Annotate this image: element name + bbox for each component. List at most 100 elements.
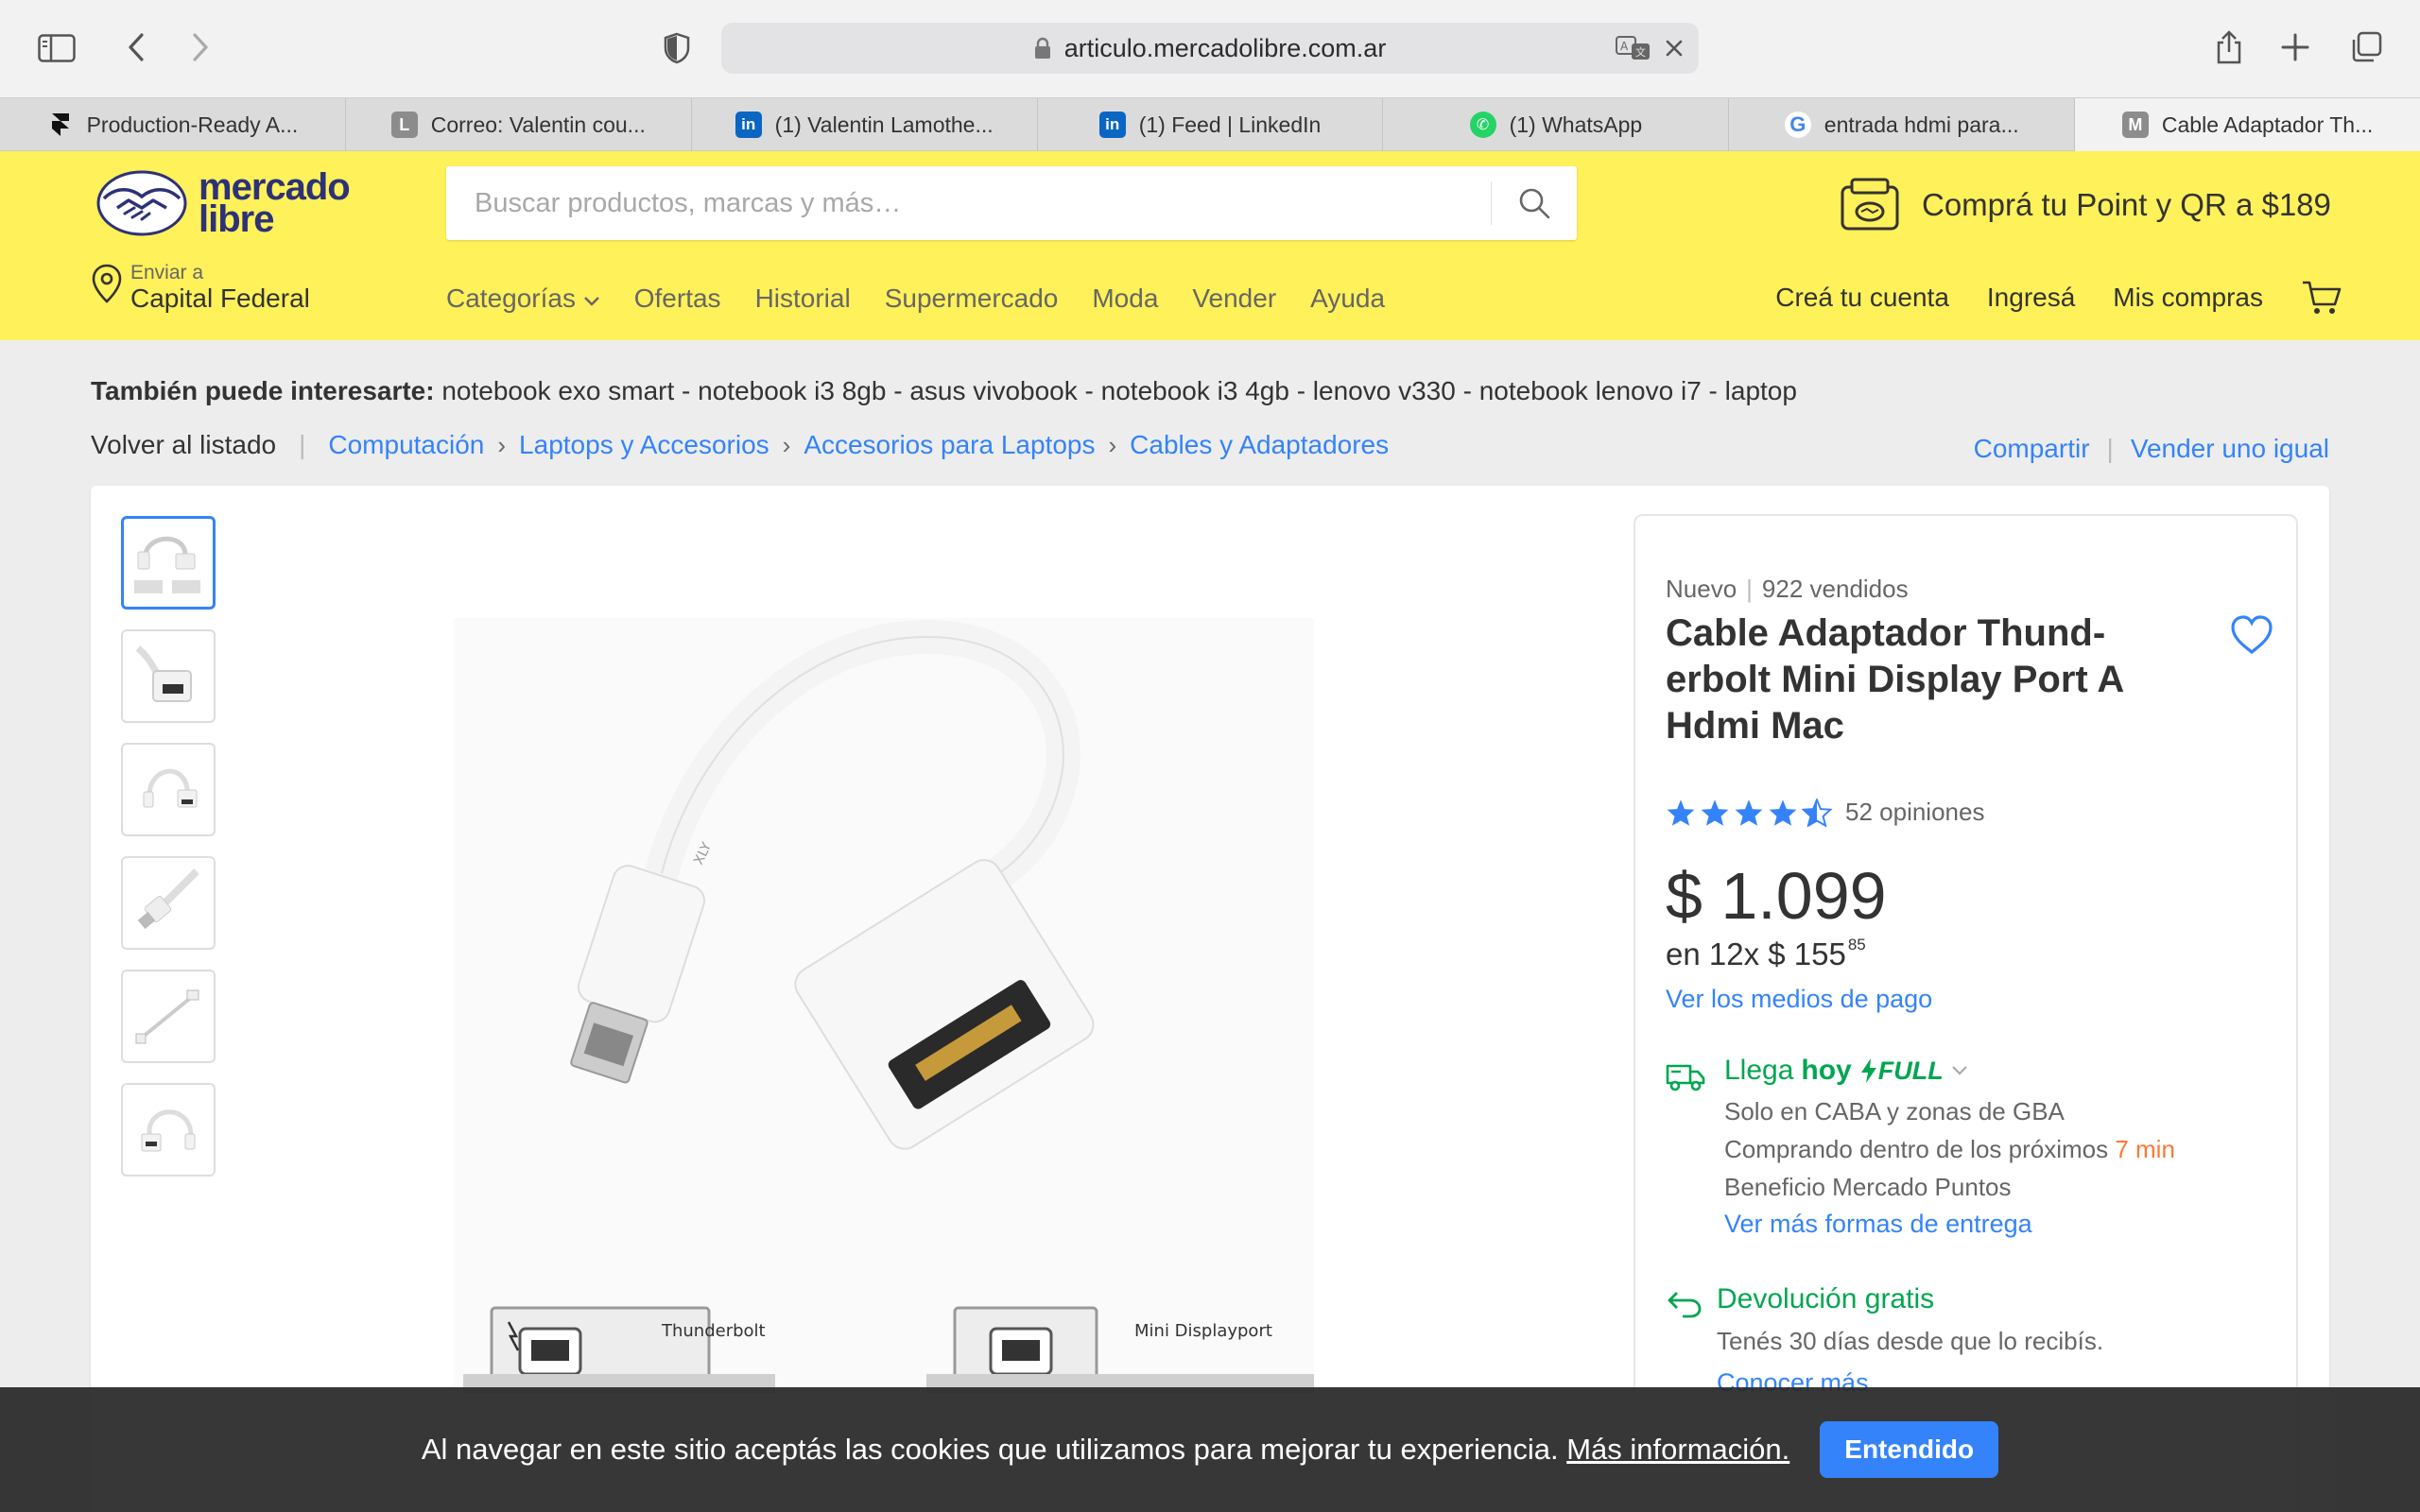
- letter-l-icon: L: [390, 112, 418, 138]
- tab-linkedin-feed[interactable]: in (1) Feed | LinkedIn: [1038, 98, 1384, 151]
- product-main-image[interactable]: XLY Thunderbolt Mini Displayport: [454, 618, 1314, 1393]
- full-badge: FULL: [1859, 1057, 1944, 1086]
- cookie-more-info-link[interactable]: Más información.: [1566, 1433, 1789, 1466]
- nav-ayuda[interactable]: Ayuda: [1310, 284, 1385, 314]
- search-input[interactable]: [475, 166, 1514, 240]
- thumbnail-2[interactable]: [121, 629, 216, 723]
- related-searches: También puede interesarte: notebook exo …: [91, 376, 1797, 406]
- breadcrumb-cables[interactable]: Cables y Adaptadores: [1130, 430, 1389, 460]
- back-icon[interactable]: [117, 28, 155, 66]
- tab-cable-adaptador[interactable]: M Cable Adaptador Th...: [2075, 98, 2420, 151]
- lock-icon: [1034, 37, 1050, 59]
- my-purchases-link[interactable]: Mis compras: [2113, 283, 2263, 313]
- tab-title: (1) WhatsApp: [1509, 112, 1643, 137]
- tab-bar: Production-Ready A... L Correo: Valentin…: [0, 97, 2420, 151]
- sell-similar-link[interactable]: Vender uno igual: [2131, 434, 2329, 464]
- login-link[interactable]: Ingresá: [1987, 283, 2075, 313]
- new-tab-icon[interactable]: [2278, 30, 2312, 64]
- svg-text:文: 文: [1635, 45, 1646, 59]
- chevron-down-icon[interactable]: [1951, 1065, 1968, 1076]
- nav-vender[interactable]: Vender: [1192, 284, 1276, 314]
- thumbnail-6[interactable]: [121, 1083, 216, 1177]
- linkedin-icon: in: [1098, 112, 1126, 138]
- installments-amount: en 12x $ 155: [1666, 936, 1846, 971]
- site-header: mercado libre Comprá tu Point y QR a $18…: [0, 151, 2420, 340]
- price: $ 1.099: [1666, 859, 1887, 933]
- translate-icon[interactable]: A文: [1615, 34, 1652, 62]
- point-promo[interactable]: Comprá tu Point y QR a $189: [1839, 178, 2331, 232]
- thumbnail-1[interactable]: [121, 516, 216, 610]
- logo-line2: libre: [199, 198, 274, 240]
- url-text: articulo.mercadolibre.com.ar: [1063, 33, 1387, 62]
- search-button[interactable]: [1492, 166, 1577, 240]
- chevron-right-icon: ›: [497, 430, 507, 459]
- close-url-icon[interactable]: [1661, 35, 1687, 61]
- product-card: XLY Thunderbolt Mini Displayport Nuevo | 9…: [91, 486, 2329, 1512]
- arrives-when: hoy: [1801, 1055, 1852, 1086]
- main-nav: Categorías Ofertas Historial Supermercad…: [446, 284, 1385, 314]
- nav-categorias[interactable]: Categorías: [446, 284, 600, 314]
- delivery-area: Solo en CABA y zonas de GBA: [1724, 1097, 2065, 1125]
- mercadolibre-logo[interactable]: mercado libre: [96, 168, 351, 240]
- star-half-icon: [1802, 798, 1832, 827]
- related-items[interactable]: notebook exo smart - notebook i3 8gb - a…: [441, 376, 1797, 405]
- privacy-shield-icon[interactable]: [660, 30, 694, 66]
- nav-supermercado[interactable]: Supermercado: [885, 284, 1059, 314]
- favorite-heart-icon[interactable]: [2229, 614, 2274, 661]
- svg-text:A: A: [1620, 40, 1629, 53]
- image-label-displayport: Mini Displayport: [1134, 1321, 1272, 1341]
- user-nav: Creá tu cuenta Ingresá Mis compras: [1775, 280, 2342, 316]
- cookie-text: Al navegar en este sitio aceptás las coo…: [422, 1433, 1789, 1467]
- sidebar-toggle-icon[interactable]: [36, 31, 78, 65]
- delivery-countdown: Comprando dentro de los próximos 7 min: [1724, 1130, 2254, 1168]
- breadcrumb-laptops[interactable]: Laptops y Accesorios: [519, 430, 769, 460]
- nav-ofertas[interactable]: Ofertas: [634, 284, 721, 314]
- breadcrumb-accesorios[interactable]: Accesorios para Laptops: [804, 430, 1095, 460]
- tab-production-ready[interactable]: Production-Ready A...: [0, 98, 346, 151]
- countdown-text: Comprando dentro de los próximos: [1724, 1135, 2109, 1163]
- create-account-link[interactable]: Creá tu cuenta: [1775, 283, 1949, 313]
- related-label: También puede interesarte:: [91, 376, 435, 405]
- delivery-benefit: Beneficio Mercado Puntos: [1724, 1173, 2012, 1201]
- tab-overview-icon[interactable]: [2348, 29, 2384, 65]
- cookie-accept-button[interactable]: Entendido: [1820, 1421, 1999, 1478]
- whatsapp-icon: ✆: [1469, 112, 1496, 138]
- breadcrumb-divider: |: [299, 430, 306, 459]
- tab-correo[interactable]: L Correo: Valentin cou...: [346, 98, 692, 151]
- cart-icon[interactable]: [2301, 280, 2342, 316]
- subtitle-divider: |: [1746, 575, 1753, 603]
- breadcrumb-computacion[interactable]: Computación: [328, 430, 484, 460]
- tab-linkedin-profile[interactable]: in (1) Valentin Lamothe...: [692, 98, 1038, 151]
- share-link[interactable]: Compartir: [1974, 434, 2090, 464]
- address-bar[interactable]: articulo.mercadolibre.com.ar A文: [721, 23, 1699, 74]
- more-delivery-options-link[interactable]: Ver más formas de entrega: [1724, 1210, 2254, 1239]
- nav-moda[interactable]: Moda: [1092, 284, 1158, 314]
- buy-box: Nuevo | 922 vendidos Cable Adaptador Thund…: [1634, 514, 2298, 1512]
- nav-label: Categorías: [446, 284, 576, 313]
- condition-text: Nuevo: [1666, 575, 1737, 603]
- tab-title: Correo: Valentin cou...: [430, 112, 646, 137]
- thumbnail-3[interactable]: [121, 743, 216, 836]
- thumbnail-5[interactable]: [121, 970, 216, 1063]
- star-icon: [1701, 799, 1729, 826]
- star-icon: [1735, 799, 1763, 826]
- handshake-logo-icon: [96, 170, 187, 236]
- rating[interactable]: 52 opiniones: [1666, 798, 1984, 827]
- forward-icon[interactable]: [182, 28, 219, 66]
- lightning-icon: [1860, 1058, 1876, 1083]
- thumbnail-4[interactable]: [121, 856, 216, 950]
- tab-google-search[interactable]: G entrada hdmi para...: [1729, 98, 2076, 151]
- delivery-headline: Llega hoy FULL: [1724, 1055, 2254, 1087]
- tab-whatsapp[interactable]: ✆ (1) WhatsApp: [1383, 98, 1730, 151]
- promo-text: Comprá tu Point y QR a $189: [1922, 187, 2331, 222]
- browser-toolbar: articulo.mercadolibre.com.ar A文: [0, 0, 2420, 97]
- cookie-message: Al navegar en este sitio aceptás las coo…: [421, 1433, 1559, 1466]
- shipping-location[interactable]: Enviar a Capital Federal: [91, 263, 310, 314]
- back-to-list-link[interactable]: Volver al listado: [91, 430, 276, 460]
- returns-title: Devolución gratis: [1717, 1283, 1935, 1314]
- nav-historial[interactable]: Historial: [755, 284, 851, 314]
- share-icon[interactable]: [2212, 26, 2246, 68]
- payment-methods-link[interactable]: Ver los medios de pago: [1666, 985, 1932, 1014]
- linkedin-icon: in: [735, 112, 762, 138]
- full-text: FULL: [1877, 1056, 1944, 1085]
